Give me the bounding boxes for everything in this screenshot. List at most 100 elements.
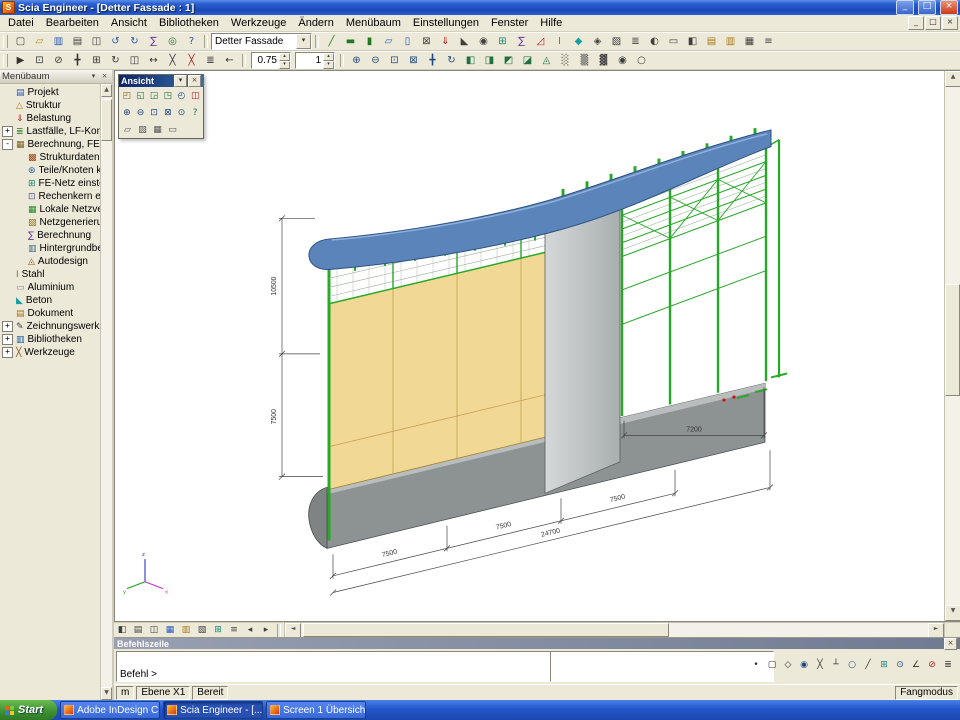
plate-button[interactable]: ▱ <box>379 33 398 50</box>
tree-item-struktur[interactable]: △Struktur <box>0 99 100 112</box>
toolbar-grip[interactable] <box>3 54 8 67</box>
scrollbar-thumb[interactable] <box>303 623 669 637</box>
scale-spinner[interactable]: 1 ▴▾ <box>295 52 335 69</box>
concrete-button[interactable]: ◆ <box>569 33 588 50</box>
print-preview-button[interactable]: ◫ <box>87 33 106 50</box>
column-button[interactable]: ▮ <box>360 33 379 50</box>
member-button[interactable]: ╱ <box>322 33 341 50</box>
menu-einstellungen[interactable]: Einstellungen <box>407 16 485 30</box>
support-button[interactable]: ◣ <box>455 33 474 50</box>
spin-up-icon[interactable]: ▴ <box>279 53 290 61</box>
print-button[interactable]: ▤ <box>68 33 87 50</box>
rotate-button[interactable]: ↻ <box>106 52 125 69</box>
snap-grid-button[interactable]: ⊞ <box>876 658 892 673</box>
scroll-down-icon[interactable]: ▼ <box>101 687 112 700</box>
wireframe-button[interactable]: ░ <box>556 52 575 69</box>
bill-of-material-button[interactable]: ≡ <box>759 33 778 50</box>
menu-menübaum[interactable]: Menübaum <box>340 16 407 30</box>
menu-ändern[interactable]: Ändern <box>292 16 339 30</box>
expand-icon[interactable]: + <box>2 126 13 137</box>
palette-dropdown-icon[interactable]: ▾ <box>174 75 187 87</box>
snap-mode-indicator[interactable]: Fangmodus <box>895 686 958 700</box>
expand-icon[interactable]: + <box>2 347 13 358</box>
project-selector[interactable]: Detter Fassade ▾ <box>211 33 312 50</box>
view-perspective-button[interactable]: ◴ <box>175 88 189 103</box>
spin-up-icon[interactable]: ▴ <box>323 53 334 61</box>
shaded-mode-button[interactable]: ▨ <box>135 122 150 137</box>
mdi-close-button[interactable]: × <box>942 16 958 30</box>
tree-item-dokument[interactable]: ▤Dokument <box>0 307 100 320</box>
layer-indicator[interactable]: Ebene X1 <box>136 686 190 700</box>
snap-off-button[interactable]: ⊘ <box>924 658 940 673</box>
tree-item-fe-netz-einstellen[interactable]: ⊞FE-Netz einstellen <box>0 177 100 190</box>
spin-down-icon[interactable]: ▾ <box>279 61 290 69</box>
tree-item-hintergrundberechnu[interactable]: ▥Hintergrundberechnu <box>0 242 100 255</box>
open-button[interactable]: ▱ <box>30 33 49 50</box>
panel-dropdown-icon[interactable]: ▾ <box>88 72 99 82</box>
wire-mode-button[interactable]: ▱ <box>120 122 135 137</box>
prev-tab-button[interactable]: ◂ <box>242 623 258 638</box>
command-history[interactable] <box>550 651 774 682</box>
layers-button[interactable]: ≣ <box>626 33 645 50</box>
spin-down-icon[interactable]: ▾ <box>323 61 334 69</box>
close-button[interactable]: × <box>940 0 958 15</box>
pan-button[interactable]: ╋ <box>423 52 442 69</box>
snap-midpoint-button[interactable]: ◇ <box>780 658 796 673</box>
zoom-all-button[interactable]: ⊠ <box>404 52 423 69</box>
tree-item-teile-knoten-koppeln[interactable]: ⊛Teile/Knoten koppeln <box>0 164 100 177</box>
shaded-button[interactable]: ▓ <box>594 52 613 69</box>
mesh-button[interactable]: ⊞ <box>493 33 512 50</box>
cross-section-button[interactable]: ◈ <box>588 33 607 50</box>
axonometry-button[interactable]: ◪ <box>518 52 537 69</box>
perspective-button[interactable]: ◬ <box>537 52 556 69</box>
menu-bibliotheken[interactable]: Bibliotheken <box>153 16 225 30</box>
mdi-minimize-button[interactable]: _ <box>908 16 924 30</box>
tree-item-zeichnungswerkzeuge[interactable]: +✎Zeichnungswerkzeuge <box>0 320 100 333</box>
view-x-button[interactable]: ◧ <box>461 52 480 69</box>
menu-datei[interactable]: Datei <box>2 16 40 30</box>
view-axo-button[interactable]: ◰ <box>120 88 134 103</box>
mirror-button[interactable]: ◫ <box>125 52 144 69</box>
maximize-button[interactable]: □ <box>918 0 936 15</box>
view-y-button[interactable]: ◲ <box>147 88 161 103</box>
minimize-button[interactable]: _ <box>896 0 914 15</box>
view-clip-button[interactable]: ◫ <box>188 88 202 103</box>
document-view-button[interactable]: ▥ <box>178 623 194 638</box>
expand-icon[interactable]: + <box>2 321 13 332</box>
scroll-down-icon[interactable]: ▼ <box>945 605 960 621</box>
view-options-button[interactable]: ▦ <box>150 122 165 137</box>
snap-settings-button[interactable]: ≣ <box>940 658 956 673</box>
tree-item-berechnung-fe-netz[interactable]: -▦Berechnung, FE-Netz <box>0 138 100 151</box>
picture-view-button[interactable]: ▧ <box>194 623 210 638</box>
clip-box-button[interactable]: ▭ <box>664 33 683 50</box>
calculator-button[interactable]: ∑ <box>144 33 163 50</box>
model-viewport[interactable]: 7500 7500 7500 24700 7200 10500 7500 <box>114 70 960 622</box>
unselect-button[interactable]: ⊘ <box>49 52 68 69</box>
view-x-button[interactable]: ◱ <box>134 88 148 103</box>
snap-orthogonal-button[interactable]: ┴ <box>828 658 844 673</box>
sidebar-scrollbar[interactable]: ▲ ▼ <box>100 84 112 700</box>
results-button[interactable]: ◿ <box>531 33 550 50</box>
load-button[interactable]: ⇓ <box>436 33 455 50</box>
menu-bearbeiten[interactable]: Bearbeiten <box>40 16 105 30</box>
tree-item-berechnung[interactable]: ∑Berechnung <box>0 229 100 242</box>
back-button[interactable]: ← <box>220 52 239 69</box>
save-button[interactable]: ▥ <box>49 33 68 50</box>
collapse-icon[interactable]: - <box>2 139 13 150</box>
snap-circle-button[interactable]: ⊙ <box>892 658 908 673</box>
vertical-scrollbar[interactable]: ▲ ▼ <box>944 71 960 621</box>
snap-point-button[interactable]: • <box>748 658 764 673</box>
command-close-icon[interactable]: × <box>944 638 957 650</box>
scrollbar-thumb[interactable] <box>101 99 112 141</box>
table-button[interactable]: ▦ <box>740 33 759 50</box>
stretch-button[interactable]: ↔ <box>144 52 163 69</box>
snap-line-button[interactable]: ╱ <box>860 658 876 673</box>
tree-item-stahl[interactable]: IStahl <box>0 268 100 281</box>
new-button[interactable]: ▢ <box>11 33 30 50</box>
palette-close-icon[interactable]: × <box>188 75 201 87</box>
snap-tangent-button[interactable]: ○ <box>844 658 860 673</box>
zoom-in-button[interactable]: ⊕ <box>347 52 366 69</box>
tree-item-strukturdaten-kontrolli[interactable]: ▩Strukturdaten kontrolli <box>0 151 100 164</box>
tree-item-aluminium[interactable]: ▭Aluminium <box>0 281 100 294</box>
snap-angle-button[interactable]: ∠ <box>908 658 924 673</box>
